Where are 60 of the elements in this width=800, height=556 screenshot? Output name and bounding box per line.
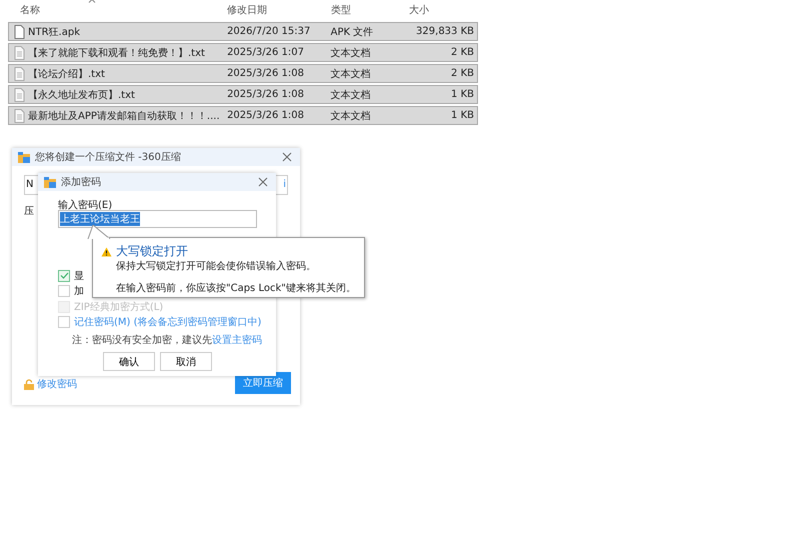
confirm-button[interactable]: 确认 — [103, 352, 155, 371]
tooltip-title: 大写锁定打开 — [116, 243, 188, 260]
field-label: 输入密码(E) — [58, 198, 114, 210]
close-icon — [258, 177, 268, 187]
file-type: 文本文档 — [330, 68, 372, 80]
file-date: 2026/7/20 15:37 — [226, 26, 312, 37]
checkbox[interactable] — [58, 270, 70, 282]
file-type: 文本文档 — [330, 88, 372, 102]
window-title: 添加密码 — [61, 176, 102, 189]
cancel-button[interactable]: 取消 — [160, 352, 212, 371]
file-size: 1 KB — [450, 89, 475, 100]
column-header[interactable]: 类型 — [328, 3, 406, 17]
app-icon — [44, 176, 56, 188]
file-name: 【永久地址发布页】.txt — [28, 88, 135, 102]
file-row[interactable]: NTR狂.apk 2026/7/20 15:37 APK 文件 329,833 KB — [8, 22, 478, 41]
file-date: 2025/3/26 1:08 — [226, 68, 305, 79]
warning-icon — [101, 246, 112, 256]
text-file-icon — [14, 108, 25, 122]
tooltip-text: 在输入密码前，你应该按"Caps Lock"键来将其关闭。 — [116, 282, 356, 295]
file-type: APK 文件 — [330, 26, 374, 38]
lock-icon — [24, 378, 34, 390]
file-type: 文本文档 — [330, 46, 372, 60]
file-icon — [14, 24, 25, 38]
check-icon — [60, 272, 68, 280]
password-field[interactable]: 上老王论坛当老王 — [58, 210, 257, 228]
file-name: 【论坛介绍】.txt — [28, 68, 105, 80]
file-name: 【来了就能下载和观看！纯免费！】.txt — [28, 46, 205, 60]
checkbox[interactable] — [58, 316, 70, 328]
checkbox-label[interactable]: 显 — [74, 268, 84, 283]
file-row[interactable]: 最新地址及APP请发邮箱自动获取！！！.... 2025/3/26 1:08 文本文档 1 KB — [8, 106, 478, 125]
file-date: 2025/3/26 1:08 — [226, 89, 305, 100]
text-file-icon — [14, 46, 25, 60]
note-text: 注：密码没有安全加密，建议先 — [72, 335, 212, 346]
file-type: 文本文档 — [330, 110, 372, 122]
column-header[interactable]: 修改日期 — [224, 3, 328, 17]
close-button[interactable] — [280, 150, 294, 164]
file-date: 2025/3/26 1:07 — [226, 47, 305, 58]
file-name: 最新地址及APP请发邮箱自动获取！！！.... — [28, 110, 220, 122]
file-row[interactable]: 【来了就能下载和观看！纯免费！】.txt 2025/3/26 1:07 文本文档 2 KB — [8, 43, 478, 62]
window-title: 您将创建一个压缩文件 -360压缩 — [35, 150, 182, 164]
file-size: 2 KB — [450, 68, 475, 79]
file-row[interactable]: 【永久地址发布页】.txt 2025/3/26 1:08 文本文档 1 KB — [8, 85, 478, 104]
file-name: NTR狂.apk — [28, 26, 80, 38]
text-file-icon — [14, 66, 25, 80]
tooltip-text: 保持大写锁定打开可能会使你错误输入密码。 — [116, 260, 317, 273]
column-header[interactable]: 名称 — [8, 3, 224, 17]
file-row[interactable]: 【论坛介绍】.txt 2025/3/26 1:08 文本文档 2 KB — [8, 64, 478, 83]
field-label: 压 — [24, 205, 34, 218]
column-header[interactable]: 大小 — [406, 3, 478, 17]
file-size: 1 KB — [450, 110, 475, 121]
close-icon — [282, 152, 292, 162]
app-icon — [18, 152, 30, 162]
text-file-icon — [14, 88, 25, 102]
checkbox[interactable] — [58, 285, 70, 298]
file-size: 329,833 KB — [415, 26, 475, 37]
file-size: 2 KB — [450, 47, 475, 58]
file-date: 2025/3/26 1:08 — [226, 110, 305, 121]
checkbox-label: ZIP经典加密方式(L) — [74, 300, 164, 314]
close-button[interactable] — [256, 175, 270, 189]
checkbox-label[interactable]: 加 — [74, 284, 84, 298]
